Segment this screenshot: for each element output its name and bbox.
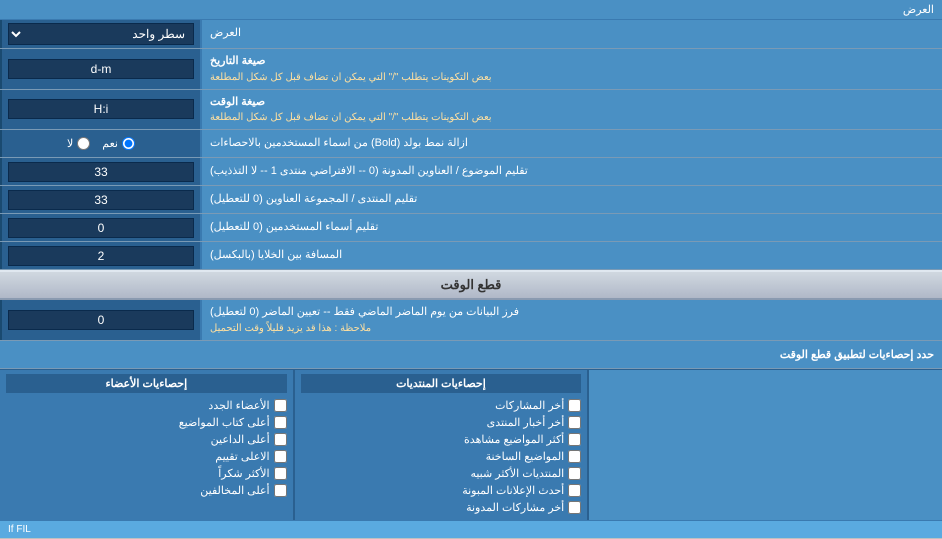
- cell-spacing-input[interactable]: 2: [8, 246, 194, 266]
- users-order-input-wrap[interactable]: 0: [0, 214, 200, 241]
- time-format-label: صيغة الوقت بعض التكوينات يتطلب "/" التي …: [200, 90, 942, 130]
- time-cutoff-row: فرز البيانات من يوم الماضر الماضي فقط --…: [0, 300, 942, 341]
- time-cutoff-section-header: قطع الوقت: [0, 270, 942, 300]
- bold-remove-row: ازالة نمط بولد (Bold) من اسماء المستخدمي…: [0, 130, 942, 158]
- col2-item-5: أعلى المخالفين: [6, 482, 287, 499]
- cell-spacing-input-wrap[interactable]: 2: [0, 242, 200, 269]
- subject-order-input-wrap[interactable]: 33: [0, 158, 200, 185]
- col1-check-5[interactable]: [568, 484, 581, 497]
- bold-remove-label: ازالة نمط بولد (Bold) من اسماء المستخدمي…: [200, 130, 942, 157]
- checkboxes-area: إحصاءيات المنتديات أخر المشاركات أخر أخب…: [0, 369, 942, 520]
- bold-remove-input-wrap[interactable]: نعم لا: [0, 130, 200, 157]
- col1-header: إحصاءيات المنتديات: [301, 374, 582, 393]
- users-order-label: تقليم أسماء المستخدمين (0 للتعطيل): [200, 214, 942, 241]
- display-mode-label: العرض: [200, 20, 942, 48]
- bold-radio-yes[interactable]: نعم: [102, 137, 135, 150]
- forum-order-label: تقليم المنتدى / المجموعة العناوين (0 للت…: [200, 186, 942, 213]
- col2-check-0[interactable]: [274, 399, 287, 412]
- col2-item-2: أعلى الداعين: [6, 431, 287, 448]
- time-format-row: صيغة الوقت بعض التكوينات يتطلب "/" التي …: [0, 90, 942, 131]
- col1-check-2[interactable]: [568, 433, 581, 446]
- col2-check-3[interactable]: [274, 450, 287, 463]
- display-mode-row: العرض سطر واحد عدة أسطر: [0, 20, 942, 49]
- col2-check-2[interactable]: [274, 433, 287, 446]
- time-cutoff-input-wrap[interactable]: 0: [0, 300, 200, 340]
- bold-radio-group: نعم لا: [67, 137, 135, 150]
- col2-item-4: الأكثر شكراً: [6, 465, 287, 482]
- bottom-note: If FIL: [0, 520, 942, 538]
- bold-radio-no[interactable]: لا: [67, 137, 90, 150]
- col1-item-5: أحدث الإعلانات المبونة: [301, 482, 582, 499]
- time-format-input[interactable]: H:i: [8, 99, 194, 119]
- col2-checkboxes: إحصاءيات الأعضاء الأعضاء الجدد أعلى كتاب…: [0, 370, 293, 520]
- col1-item-0: أخر المشاركات: [301, 397, 582, 414]
- forum-order-row: تقليم المنتدى / المجموعة العناوين (0 للت…: [0, 186, 942, 214]
- display-mode-input[interactable]: سطر واحد عدة أسطر: [0, 20, 200, 48]
- col2-check-4[interactable]: [274, 467, 287, 480]
- display-mode-select[interactable]: سطر واحد عدة أسطر: [8, 23, 194, 45]
- stats-empty-label: [587, 370, 942, 520]
- top-header: العرض: [0, 0, 942, 20]
- date-format-row: صيغة التاريخ بعض التكوينات يتطلب "/" الت…: [0, 49, 942, 90]
- main-container: العرض العرض سطر واحد عدة أسطر صيغة التار…: [0, 0, 942, 538]
- forum-order-input-wrap[interactable]: 33: [0, 186, 200, 213]
- date-format-input[interactable]: d-m: [8, 59, 194, 79]
- date-format-label: صيغة التاريخ بعض التكوينات يتطلب "/" الت…: [200, 49, 942, 89]
- subject-order-input[interactable]: 33: [8, 162, 194, 182]
- col1-item-4: المنتديات الأكثر شبيه: [301, 465, 582, 482]
- col1-check-4[interactable]: [568, 467, 581, 480]
- col1-item-3: المواضيع الساخنة: [301, 448, 582, 465]
- col2-check-5[interactable]: [274, 484, 287, 497]
- col1-check-0[interactable]: [568, 399, 581, 412]
- col2-check-1[interactable]: [274, 416, 287, 429]
- col2-item-3: الاعلى تقييم: [6, 448, 287, 465]
- time-cutoff-label: فرز البيانات من يوم الماضر الماضي فقط --…: [200, 300, 942, 340]
- col1-item-2: أكثر المواضيع مشاهدة: [301, 431, 582, 448]
- col1-check-6[interactable]: [568, 501, 581, 514]
- col2-item-1: أعلى كتاب المواضيع: [6, 414, 287, 431]
- col1-check-1[interactable]: [568, 416, 581, 429]
- time-cutoff-input[interactable]: 0: [8, 310, 194, 330]
- cell-spacing-row: المسافة بين الخلايا (بالبكسل) 2: [0, 242, 942, 270]
- subject-order-row: تقليم الموضوع / العناوين المدونة (0 -- ا…: [0, 158, 942, 186]
- stats-section-row: حدد إحصاءيات لتطبيق قطع الوقت: [0, 341, 942, 369]
- col1-check-3[interactable]: [568, 450, 581, 463]
- col1-checkboxes: إحصاءيات المنتديات أخر المشاركات أخر أخب…: [293, 370, 588, 520]
- page-title: العرض: [903, 3, 934, 16]
- forum-order-input[interactable]: 33: [8, 190, 194, 210]
- col2-header: إحصاءيات الأعضاء: [6, 374, 287, 393]
- users-order-row: تقليم أسماء المستخدمين (0 للتعطيل) 0: [0, 214, 942, 242]
- col1-item-1: أخر أخبار المنتدى: [301, 414, 582, 431]
- users-order-input[interactable]: 0: [8, 218, 194, 238]
- time-format-input-wrap[interactable]: H:i: [0, 90, 200, 130]
- date-format-input-wrap[interactable]: d-m: [0, 49, 200, 89]
- stats-section-label: حدد إحصاءيات لتطبيق قطع الوقت: [8, 348, 934, 361]
- col2-item-0: الأعضاء الجدد: [6, 397, 287, 414]
- subject-order-label: تقليم الموضوع / العناوين المدونة (0 -- ا…: [200, 158, 942, 185]
- cell-spacing-label: المسافة بين الخلايا (بالبكسل): [200, 242, 942, 269]
- col1-item-6: أخر مشاركات المدونة: [301, 499, 582, 516]
